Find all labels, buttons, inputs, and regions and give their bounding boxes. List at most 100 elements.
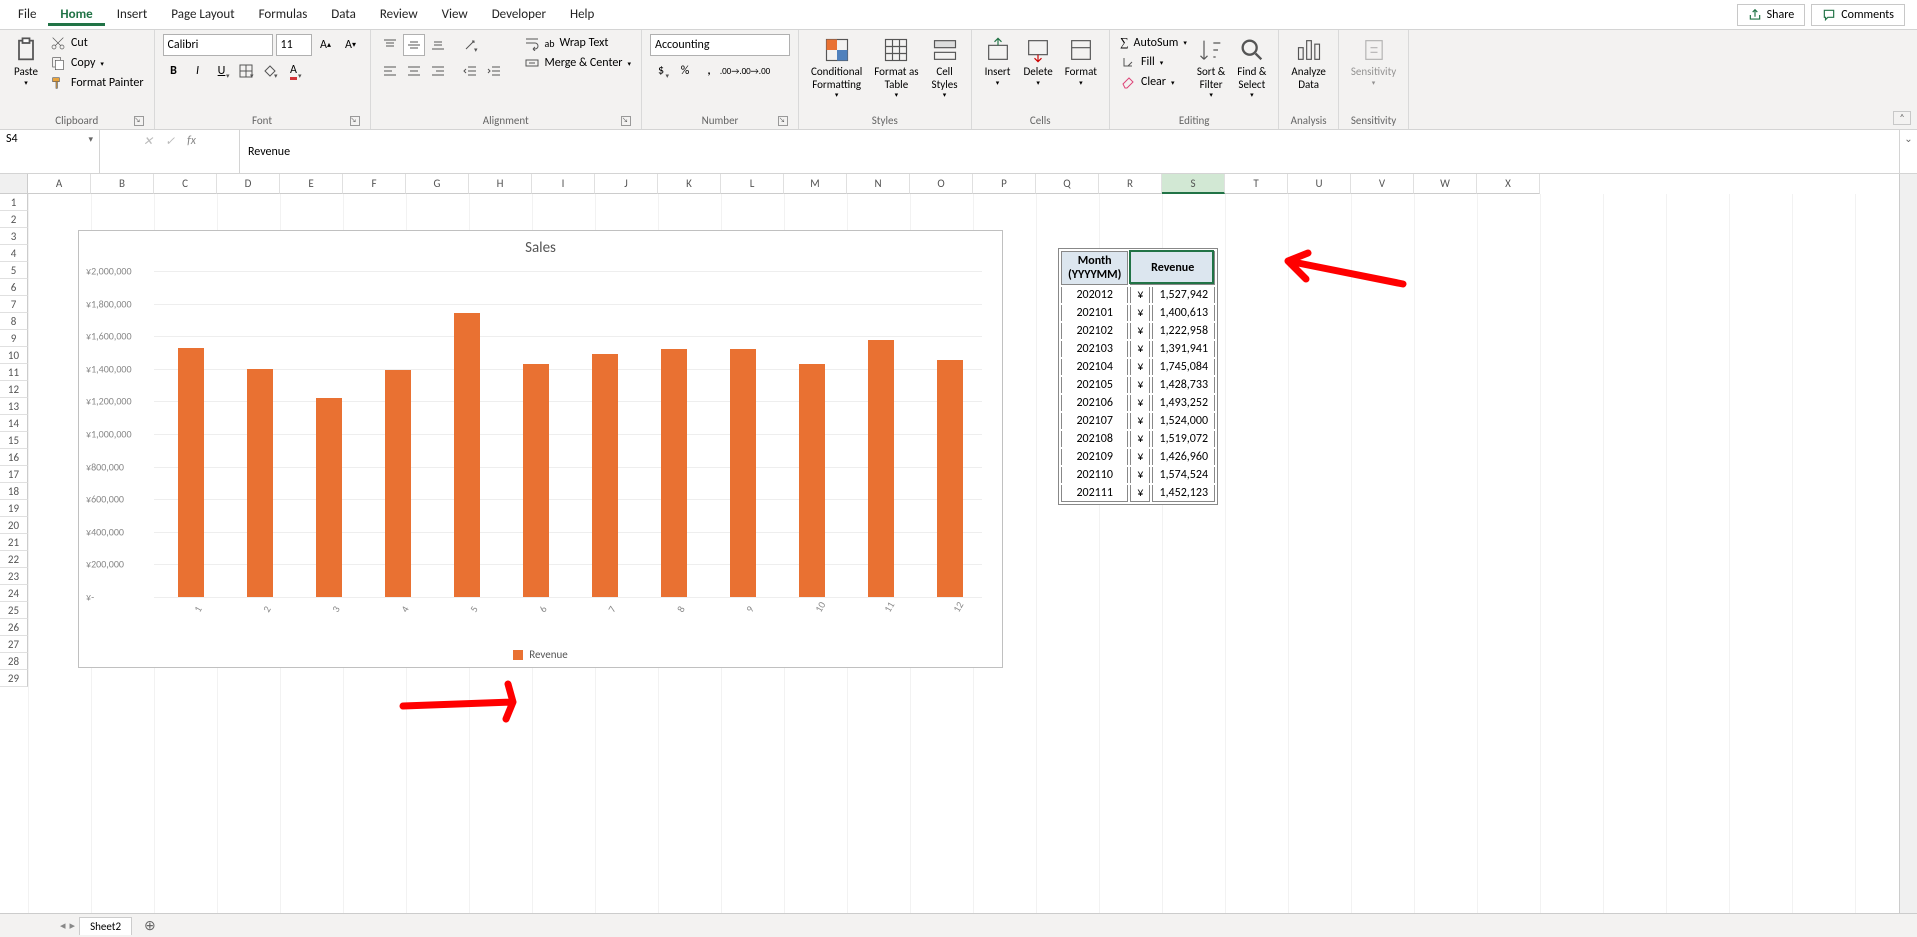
table-row[interactable]: 202012¥1,527,942 bbox=[1061, 287, 1215, 303]
bar-4[interactable] bbox=[385, 370, 411, 597]
align-bottom-button[interactable] bbox=[427, 34, 449, 56]
row-header-12[interactable]: 12 bbox=[0, 381, 28, 398]
tab-developer[interactable]: Developer bbox=[480, 3, 558, 26]
col-header-K[interactable]: K bbox=[658, 174, 721, 194]
new-sheet-button[interactable]: ⊕ bbox=[136, 917, 164, 934]
accounting-format-button[interactable]: $ bbox=[650, 60, 672, 82]
name-box[interactable] bbox=[0, 130, 100, 173]
row-header-22[interactable]: 22 bbox=[0, 551, 28, 568]
bold-button[interactable]: B bbox=[163, 60, 185, 82]
row-header-8[interactable]: 8 bbox=[0, 313, 28, 330]
col-header-C[interactable]: C bbox=[154, 174, 217, 194]
row-header-18[interactable]: 18 bbox=[0, 483, 28, 500]
tab-data[interactable]: Data bbox=[319, 3, 368, 26]
bar-8[interactable] bbox=[661, 349, 687, 597]
sheet-tab[interactable]: Sheet2 bbox=[79, 917, 132, 935]
share-button[interactable]: Share bbox=[1737, 4, 1806, 26]
bar-2[interactable] bbox=[247, 369, 273, 597]
align-center-button[interactable] bbox=[403, 60, 425, 82]
row-header-2[interactable]: 2 bbox=[0, 211, 28, 228]
row-header-25[interactable]: 25 bbox=[0, 602, 28, 619]
vertical-scrollbar[interactable] bbox=[1899, 174, 1917, 913]
table-row[interactable]: 202103¥1,391,941 bbox=[1061, 341, 1215, 357]
col-header-J[interactable]: J bbox=[595, 174, 658, 194]
row-header-20[interactable]: 20 bbox=[0, 517, 28, 534]
row-header-4[interactable]: 4 bbox=[0, 245, 28, 262]
merge-center-button[interactable]: Merge & Center ▾ bbox=[522, 54, 634, 72]
alignment-launcher[interactable] bbox=[621, 116, 631, 126]
row-header-14[interactable]: 14 bbox=[0, 415, 28, 432]
table-row[interactable]: 202102¥1,222,958 bbox=[1061, 323, 1215, 339]
row-header-23[interactable]: 23 bbox=[0, 568, 28, 585]
row-header-27[interactable]: 27 bbox=[0, 636, 28, 653]
cell-grid[interactable]: Sales ¥-¥200,000¥400,000¥600,000¥800,000… bbox=[28, 194, 1899, 913]
col-header-G[interactable]: G bbox=[406, 174, 469, 194]
increase-decimal-button[interactable]: .00→.0 bbox=[722, 60, 744, 82]
col-header-X[interactable]: X bbox=[1477, 174, 1540, 194]
tab-formulas[interactable]: Formulas bbox=[247, 3, 320, 26]
table-row[interactable]: 202108¥1,519,072 bbox=[1061, 431, 1215, 447]
cancel-formula-icon[interactable]: ✕ bbox=[143, 134, 153, 149]
font-name-select[interactable] bbox=[163, 34, 273, 56]
col-header-Q[interactable]: Q bbox=[1036, 174, 1099, 194]
conditional-formatting-button[interactable]: Conditional Formatting▾ bbox=[807, 34, 866, 101]
wrap-text-button[interactable]: ab Wrap Text bbox=[522, 34, 634, 52]
find-select-button[interactable]: Find & Select▾ bbox=[1233, 34, 1270, 101]
table-row[interactable]: 202104¥1,745,084 bbox=[1061, 359, 1215, 375]
increase-font-button[interactable]: A▴ bbox=[315, 34, 337, 56]
row-header-11[interactable]: 11 bbox=[0, 364, 28, 381]
row-header-1[interactable]: 1 bbox=[0, 194, 28, 211]
format-cells-button[interactable]: Format▾ bbox=[1061, 34, 1101, 89]
align-right-button[interactable] bbox=[427, 60, 449, 82]
table-row[interactable]: 202101¥1,400,613 bbox=[1061, 305, 1215, 321]
tab-view[interactable]: View bbox=[430, 3, 480, 26]
collapse-ribbon-button[interactable]: ˄ bbox=[1893, 111, 1911, 125]
col-header-W[interactable]: W bbox=[1414, 174, 1477, 194]
bar-9[interactable] bbox=[730, 349, 756, 597]
column-headers[interactable]: ABCDEFGHIJKLMNOPQRSTUVWX bbox=[28, 174, 1899, 194]
col-header-I[interactable]: I bbox=[532, 174, 595, 194]
bar-1[interactable] bbox=[178, 348, 204, 597]
col-header-B[interactable]: B bbox=[91, 174, 154, 194]
orientation-button[interactable] bbox=[459, 34, 481, 56]
font-size-select[interactable] bbox=[276, 34, 312, 56]
bar-12[interactable] bbox=[937, 360, 963, 597]
format-painter-button[interactable]: Format Painter bbox=[48, 74, 146, 92]
row-header-29[interactable]: 29 bbox=[0, 670, 28, 687]
cell-styles-button[interactable]: Cell Styles▾ bbox=[927, 34, 963, 101]
row-header-19[interactable]: 19 bbox=[0, 500, 28, 517]
comments-button[interactable]: Comments bbox=[1811, 4, 1905, 26]
col-header-V[interactable]: V bbox=[1351, 174, 1414, 194]
col-header-R[interactable]: R bbox=[1099, 174, 1162, 194]
table-row[interactable]: 202105¥1,428,733 bbox=[1061, 377, 1215, 393]
row-header-10[interactable]: 10 bbox=[0, 347, 28, 364]
col-header-L[interactable]: L bbox=[721, 174, 784, 194]
clipboard-launcher[interactable] bbox=[134, 116, 144, 126]
sheet-nav-prev[interactable]: ◂ bbox=[60, 919, 66, 932]
insert-cells-button[interactable]: Insert▾ bbox=[980, 34, 1016, 89]
col-header-N[interactable]: N bbox=[847, 174, 910, 194]
number-launcher[interactable] bbox=[778, 116, 788, 126]
borders-button[interactable] bbox=[235, 60, 257, 82]
font-color-button[interactable]: A bbox=[283, 60, 305, 82]
row-header-21[interactable]: 21 bbox=[0, 534, 28, 551]
row-header-5[interactable]: 5 bbox=[0, 262, 28, 279]
sales-chart[interactable]: Sales ¥-¥200,000¥400,000¥600,000¥800,000… bbox=[78, 230, 1003, 668]
clear-button[interactable]: Clear ▾ bbox=[1118, 73, 1189, 91]
copy-button[interactable]: Copy ▾ bbox=[48, 54, 146, 72]
number-format-select[interactable] bbox=[650, 34, 790, 56]
tab-help[interactable]: Help bbox=[558, 3, 606, 26]
fill-button[interactable]: Fill ▾ bbox=[1118, 53, 1189, 71]
underline-button[interactable]: U bbox=[211, 60, 233, 82]
paste-button[interactable]: Paste▾ bbox=[8, 34, 44, 89]
col-header-P[interactable]: P bbox=[973, 174, 1036, 194]
formula-input[interactable] bbox=[240, 130, 1899, 173]
decrease-font-button[interactable]: A▾ bbox=[340, 34, 362, 56]
bar-6[interactable] bbox=[523, 364, 549, 597]
tab-review[interactable]: Review bbox=[368, 3, 430, 26]
revenue-table[interactable]: Month (YYYYMM)Revenue202012¥1,527,942202… bbox=[1058, 248, 1218, 505]
fx-icon[interactable]: fx bbox=[187, 134, 196, 148]
percent-button[interactable]: % bbox=[674, 60, 696, 82]
align-middle-button[interactable] bbox=[403, 34, 425, 56]
align-left-button[interactable] bbox=[379, 60, 401, 82]
